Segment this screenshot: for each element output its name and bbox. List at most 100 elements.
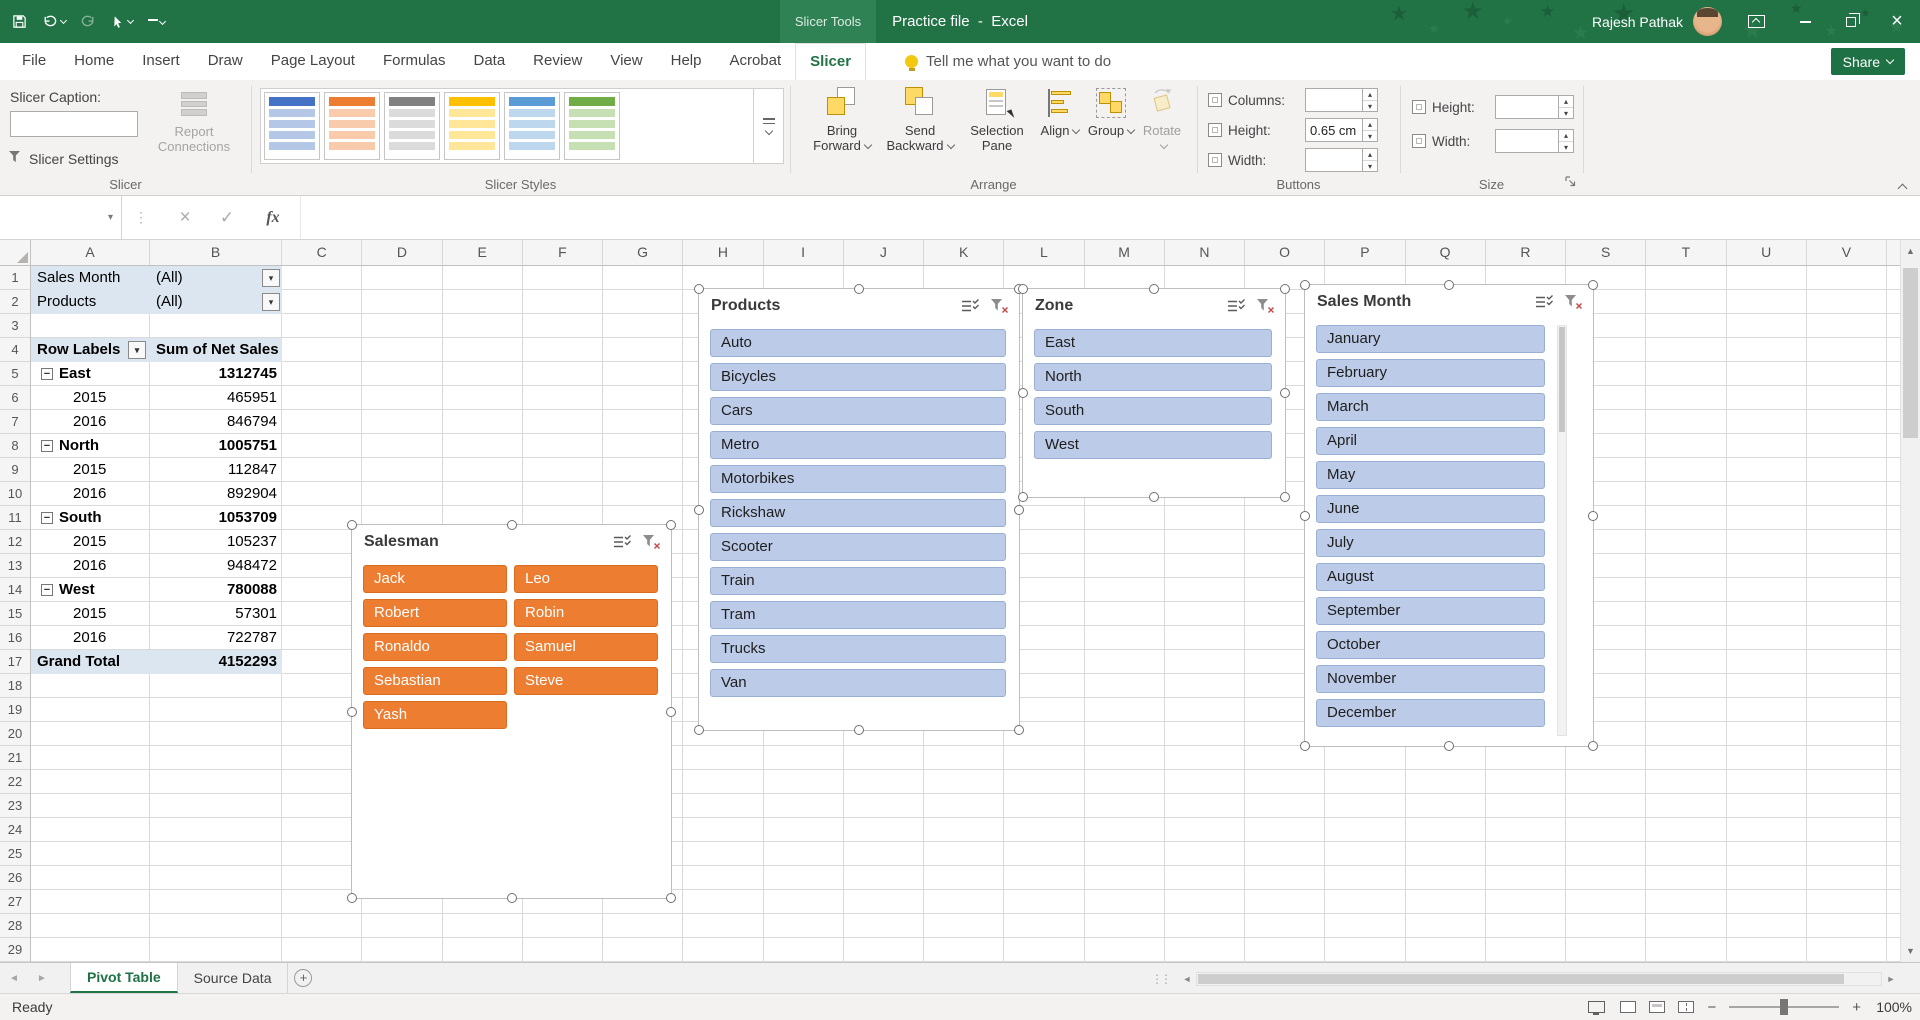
slicer-resize-handle[interactable] <box>1018 492 1028 502</box>
slicer-item-cars[interactable]: Cars <box>710 397 1006 425</box>
ribbon-tab-page-layout[interactable]: Page Layout <box>257 43 369 80</box>
slicer-item-november[interactable]: November <box>1316 665 1545 693</box>
sheet-tab-source-data[interactable]: Source Data <box>178 963 289 993</box>
columns-spinner[interactable]: ▴▾ <box>1363 88 1378 112</box>
row-header-14[interactable]: 14 <box>0 578 30 602</box>
clear-filter-icon[interactable] <box>990 298 1009 319</box>
slicer-style-blue-light[interactable] <box>504 92 560 160</box>
display-settings-icon[interactable] <box>1588 1001 1605 1013</box>
slicer-salesman[interactable]: SalesmanJackLeoRobertRobinRonaldoSamuelS… <box>351 524 672 899</box>
row-header-9[interactable]: 9 <box>0 458 30 482</box>
column-header-N[interactable]: N <box>1165 240 1245 265</box>
save-icon[interactable] <box>12 14 27 29</box>
cancel-icon[interactable]: × <box>172 196 198 239</box>
page-layout-view-button[interactable] <box>1649 1001 1665 1013</box>
row-header-29[interactable]: 29 <box>0 938 30 962</box>
undo-button[interactable] <box>42 14 66 29</box>
slicer-item-july[interactable]: July <box>1316 529 1545 557</box>
column-header-V[interactable]: V <box>1807 240 1887 265</box>
minimize-button[interactable] <box>1782 0 1828 43</box>
zoom-in-button[interactable]: + <box>1852 999 1861 1016</box>
horizontal-scrollbar[interactable]: ◄ ► <box>1178 963 1900 994</box>
button-height-input[interactable] <box>1305 118 1363 142</box>
ribbon-tab-insert[interactable]: Insert <box>128 43 194 80</box>
row-header-24[interactable]: 24 <box>0 818 30 842</box>
slicer-item-april[interactable]: April <box>1316 427 1545 455</box>
user-avatar[interactable] <box>1693 7 1722 36</box>
pivot-value[interactable]: 948472 <box>150 554 282 578</box>
slicer-resize-handle[interactable] <box>1018 284 1028 294</box>
pivot-value[interactable]: 722787 <box>150 626 282 650</box>
slicer-resize-handle[interactable] <box>507 893 517 903</box>
share-button[interactable]: Share <box>1831 48 1905 75</box>
row-header-3[interactable]: 3 <box>0 314 30 338</box>
zoom-level-label[interactable]: 100% <box>1874 999 1912 1015</box>
slicer-item-trucks[interactable]: Trucks <box>710 635 1006 663</box>
slicer-resize-handle[interactable] <box>347 893 357 903</box>
multi-select-icon[interactable] <box>1226 298 1246 319</box>
normal-view-button[interactable] <box>1620 1001 1636 1013</box>
slicer-resize-handle[interactable] <box>694 284 704 294</box>
slicer-item-samuel[interactable]: Samuel <box>514 633 658 661</box>
slicer-item-september[interactable]: September <box>1316 597 1545 625</box>
ribbon-tab-file[interactable]: File <box>8 43 60 80</box>
slicer-resize-handle[interactable] <box>507 520 517 530</box>
slicer-item-bicycles[interactable]: Bicycles <box>710 363 1006 391</box>
clear-filter-icon[interactable] <box>642 534 661 555</box>
row-header-21[interactable]: 21 <box>0 746 30 770</box>
slicer-resize-handle[interactable] <box>1300 280 1310 290</box>
column-header-B[interactable]: B <box>150 240 282 265</box>
multi-select-icon[interactable] <box>612 534 632 555</box>
selection-pane-button[interactable]: Selection Pane <box>960 82 1034 174</box>
slicer-item-motorbikes[interactable]: Motorbikes <box>710 465 1006 493</box>
pivot-row-label[interactable]: Grand Total <box>31 650 150 674</box>
row-header-10[interactable]: 10 <box>0 482 30 506</box>
slicer-resize-handle[interactable] <box>1149 492 1159 502</box>
slicer-item-west[interactable]: West <box>1034 431 1272 459</box>
slicer-resize-handle[interactable] <box>666 707 676 717</box>
sheet-tab-pivot-table[interactable]: Pivot Table <box>70 963 178 993</box>
row-header-22[interactable]: 22 <box>0 770 30 794</box>
slicer-item-jack[interactable]: Jack <box>363 565 507 593</box>
slicer-resize-handle[interactable] <box>694 725 704 735</box>
pivot-filter-value[interactable]: (All)▾ <box>150 290 282 314</box>
horizontal-scroll-thumb[interactable] <box>1198 974 1844 984</box>
column-header-L[interactable]: L <box>1004 240 1084 265</box>
pivot-value[interactable]: 846794 <box>150 410 282 434</box>
pivot-value[interactable]: 892904 <box>150 482 282 506</box>
row-header-23[interactable]: 23 <box>0 794 30 818</box>
slicer-item-march[interactable]: March <box>1316 393 1545 421</box>
pivot-filter-label[interactable]: Products <box>31 290 150 314</box>
row-header-18[interactable]: 18 <box>0 674 30 698</box>
pivot-value[interactable]: 1312745 <box>150 362 282 386</box>
column-header-U[interactable]: U <box>1727 240 1807 265</box>
row-header-17[interactable]: 17 <box>0 650 30 674</box>
restore-button[interactable] <box>1828 0 1874 43</box>
column-header-A[interactable]: A <box>31 240 150 265</box>
zoom-slider-thumb[interactable] <box>1780 999 1788 1015</box>
column-header-K[interactable]: K <box>924 240 1004 265</box>
align-button[interactable]: Align <box>1036 82 1084 174</box>
slicer-item-auto[interactable]: Auto <box>710 329 1006 357</box>
column-header-T[interactable]: T <box>1646 240 1726 265</box>
slicer-resize-handle[interactable] <box>1280 284 1290 294</box>
row-header-12[interactable]: 12 <box>0 530 30 554</box>
pivot-filter-label[interactable]: Sales Month <box>31 266 150 290</box>
ribbon-tab-formulas[interactable]: Formulas <box>369 43 460 80</box>
redo-button[interactable] <box>81 14 96 29</box>
slicer-resize-handle[interactable] <box>1588 511 1598 521</box>
slicer-zone[interactable]: ZoneEastNorthSouthWest <box>1022 288 1286 498</box>
pivot-value[interactable]: 105237 <box>150 530 282 554</box>
slicer-resize-handle[interactable] <box>1444 280 1454 290</box>
button-width-input[interactable] <box>1305 148 1363 172</box>
scroll-down-icon[interactable]: ▼ <box>1901 940 1920 962</box>
formula-input[interactable] <box>300 196 1920 239</box>
slicer-item-june[interactable]: June <box>1316 495 1545 523</box>
pivot-row-label[interactable]: −North <box>31 434 150 458</box>
slicer-style-yellow[interactable] <box>444 92 500 160</box>
pivot-row-label[interactable]: −South <box>31 506 150 530</box>
size-width-input[interactable] <box>1495 129 1559 153</box>
row-header-1[interactable]: 1 <box>0 266 30 290</box>
close-button[interactable]: × <box>1874 0 1920 43</box>
button-height-spinner[interactable]: ▴▾ <box>1363 118 1378 142</box>
